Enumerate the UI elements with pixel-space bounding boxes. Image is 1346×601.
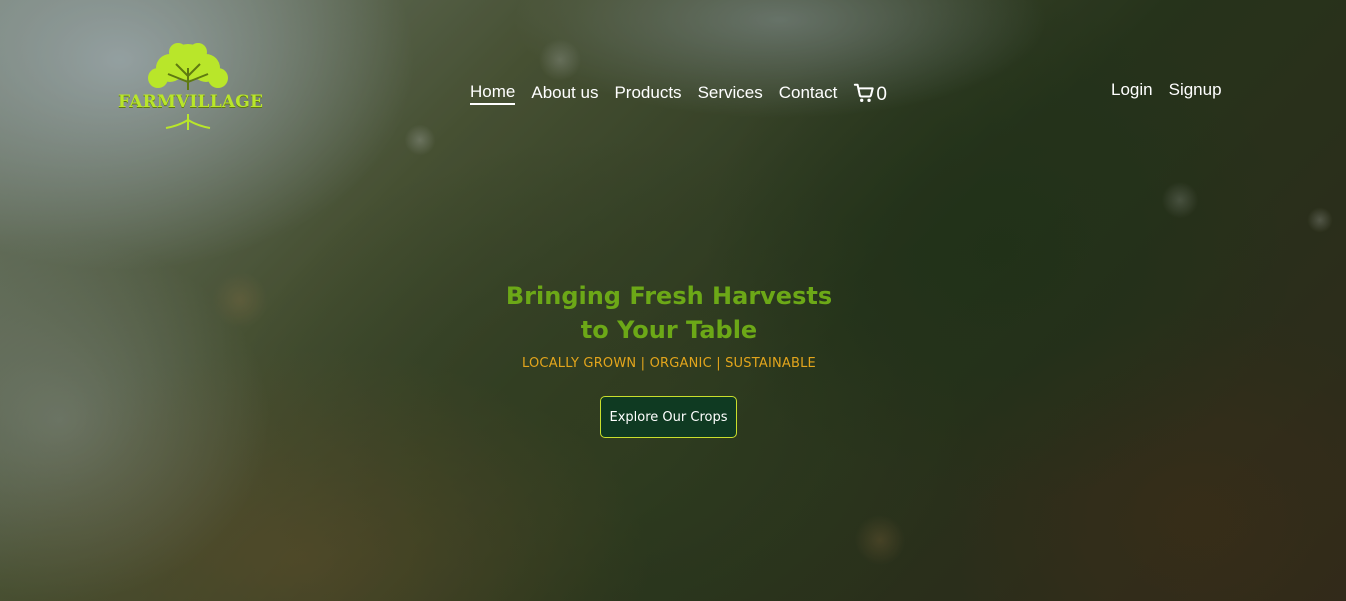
shopping-cart-icon	[854, 83, 875, 102]
nav-link-home[interactable]: Home	[470, 82, 516, 105]
hero-headline-line2: to Your Table	[580, 316, 758, 344]
hero-headline-line1: Bringing Fresh Harvests	[505, 282, 833, 310]
auth-links: Login Signup	[1111, 80, 1238, 100]
nav-link-products[interactable]: Products	[614, 83, 681, 103]
hero-tagline: LOCALLY GROWN | ORGANIC | SUSTAINABLE	[522, 356, 816, 371]
nav-link-about-us[interactable]: About us	[531, 83, 598, 103]
nav-link-services[interactable]: Services	[698, 83, 763, 103]
signup-link[interactable]: Signup	[1169, 80, 1222, 100]
cart-button[interactable]: 0	[853, 80, 887, 106]
nav-link-contact[interactable]: Contact	[779, 83, 838, 103]
explore-crops-button[interactable]: Explore Our Crops	[600, 396, 737, 438]
brand-name: FARMVILLAGE	[118, 92, 264, 112]
cart-count-badge: 0	[876, 84, 887, 105]
hero-headline: Bringing Fresh Harvests to Your Table	[460, 279, 878, 347]
tree-logo-icon	[148, 43, 228, 130]
brand-logo[interactable]: FARMVILLAGE	[118, 40, 264, 134]
login-link[interactable]: Login	[1111, 80, 1153, 100]
main-navigation: Home About us Products Services Contact …	[470, 80, 887, 106]
